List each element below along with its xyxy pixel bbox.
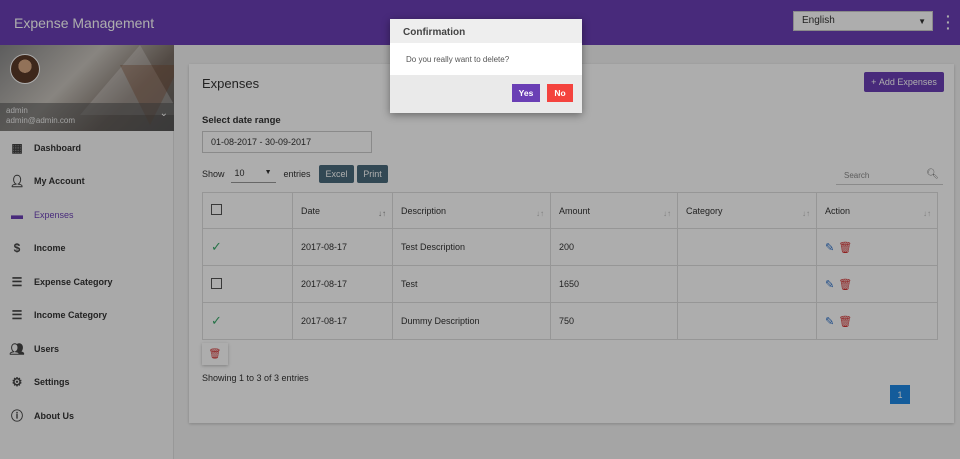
dialog-title: Confirmation	[390, 19, 582, 43]
no-button[interactable]: No	[547, 84, 573, 102]
confirmation-dialog: Confirmation Do you really want to delet…	[390, 19, 582, 113]
yes-button[interactable]: Yes	[512, 84, 540, 102]
dialog-message: Do you really want to delete?	[406, 55, 510, 64]
dialog-footer: Yes No	[390, 75, 582, 113]
